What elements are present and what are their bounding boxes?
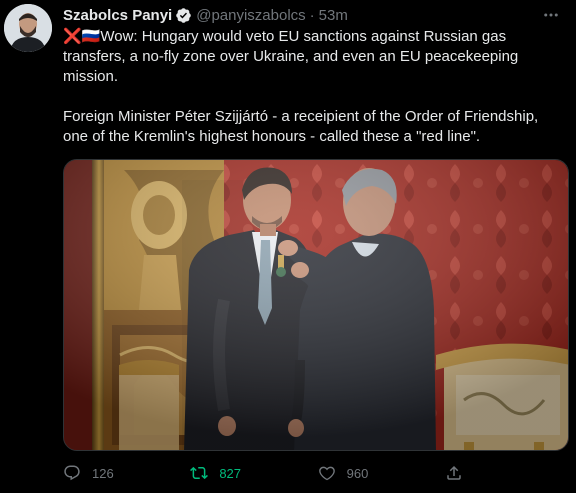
share-icon <box>447 465 461 480</box>
tweet-text: ❌🇷🇺Wow: Hungary would veto EU sanctions … <box>63 27 562 147</box>
reply-count: 126 <box>92 465 114 481</box>
like-icon <box>318 466 335 481</box>
verified-badge-icon <box>175 7 192 24</box>
reply-icon <box>64 465 80 481</box>
more-icon[interactable] <box>540 4 562 26</box>
flag-emoji: ❌🇷🇺 <box>63 28 101 45</box>
share-button[interactable] <box>445 464 463 482</box>
tweet-content: Szabolcs Panyi @panyiszabolcs · 53m ❌🇷🇺W… <box>63 4 562 147</box>
author-handle[interactable]: @panyiszabolcs <box>196 7 305 24</box>
tweet[interactable]: Szabolcs Panyi @panyiszabolcs · 53m ❌🇷🇺W… <box>0 0 576 493</box>
separator-dot: · <box>309 6 315 24</box>
tweet-paragraph-2: Foreign Minister Péter Szijjártó - a rec… <box>63 108 543 145</box>
retweet-icon <box>190 466 209 480</box>
reply-button[interactable]: 126 <box>63 464 190 482</box>
tweet-photo[interactable] <box>63 159 569 451</box>
retweet-count: 827 <box>219 465 242 481</box>
timestamp[interactable]: 53m <box>319 7 348 24</box>
author-name[interactable]: Szabolcs Panyi <box>63 7 172 24</box>
avatar[interactable] <box>4 4 52 52</box>
tweet-header: Szabolcs Panyi @panyiszabolcs · 53m <box>63 4 562 26</box>
tweet-paragraph-1: Wow: Hungary would veto EU sanctions aga… <box>63 28 523 85</box>
tweet-actions: 126 827 960 <box>63 458 463 488</box>
photo-image <box>64 160 568 450</box>
retweet-button[interactable]: 827 <box>190 464 317 482</box>
like-count: 960 <box>346 465 369 481</box>
avatar-image <box>4 4 52 52</box>
like-button[interactable]: 960 <box>318 464 445 482</box>
